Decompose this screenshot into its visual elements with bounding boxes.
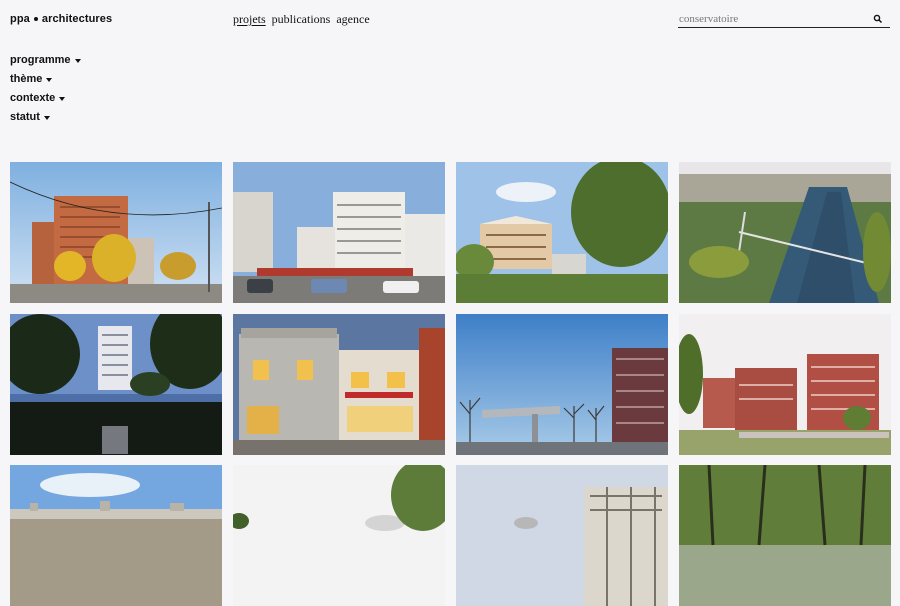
caret-down-icon	[74, 58, 81, 63]
caret-down-icon	[46, 77, 53, 82]
main-nav: projets publications agence	[233, 12, 370, 27]
project-image	[679, 162, 891, 303]
project-thumbnail[interactable]	[10, 465, 222, 606]
filter-label: contexte	[10, 92, 56, 104]
project-thumbnail[interactable]	[233, 465, 445, 606]
filter-programme[interactable]: programme	[10, 51, 81, 70]
project-image	[233, 162, 445, 303]
project-thumbnail[interactable]	[233, 162, 445, 303]
logo-text-ppa: ppa	[10, 13, 30, 25]
project-image	[456, 162, 668, 303]
project-image	[679, 314, 891, 455]
filter-label: thème	[10, 73, 43, 85]
project-thumbnail[interactable]	[456, 162, 668, 303]
project-image	[10, 465, 222, 606]
project-thumbnail[interactable]	[10, 314, 222, 455]
project-image	[10, 162, 222, 303]
project-thumbnail[interactable]	[456, 465, 668, 606]
filter-statut[interactable]: statut	[10, 108, 81, 127]
logo-text-architectures: architectures	[41, 13, 113, 25]
project-image	[456, 314, 668, 455]
caret-down-icon	[43, 115, 50, 120]
search-icon[interactable]	[872, 13, 884, 25]
nav-agence[interactable]: agence	[336, 12, 369, 27]
caret-down-icon	[59, 96, 66, 101]
filter-label: statut	[10, 111, 40, 123]
nav-publications[interactable]: publications	[272, 12, 331, 27]
project-thumbnail[interactable]	[456, 314, 668, 455]
filter-theme[interactable]: thème	[10, 70, 81, 89]
nav-projets[interactable]: projets	[233, 12, 266, 27]
project-thumbnail[interactable]	[10, 162, 222, 303]
project-thumbnail[interactable]	[679, 314, 891, 455]
project-thumbnail[interactable]	[679, 465, 891, 606]
search-bar	[678, 11, 890, 28]
filter-contexte[interactable]: contexte	[10, 89, 81, 108]
project-thumbnail[interactable]	[233, 314, 445, 455]
project-image	[679, 465, 891, 606]
search-input[interactable]	[678, 13, 872, 25]
project-image	[233, 465, 445, 606]
project-thumbnail[interactable]	[679, 162, 891, 303]
project-image	[456, 465, 668, 606]
project-image	[10, 314, 222, 455]
site-logo[interactable]: ppa architectures	[10, 13, 112, 25]
filter-label: programme	[10, 54, 71, 66]
filter-menu: programme thème contexte statut	[10, 51, 81, 127]
project-image	[233, 314, 445, 455]
logo-dot	[33, 17, 38, 21]
